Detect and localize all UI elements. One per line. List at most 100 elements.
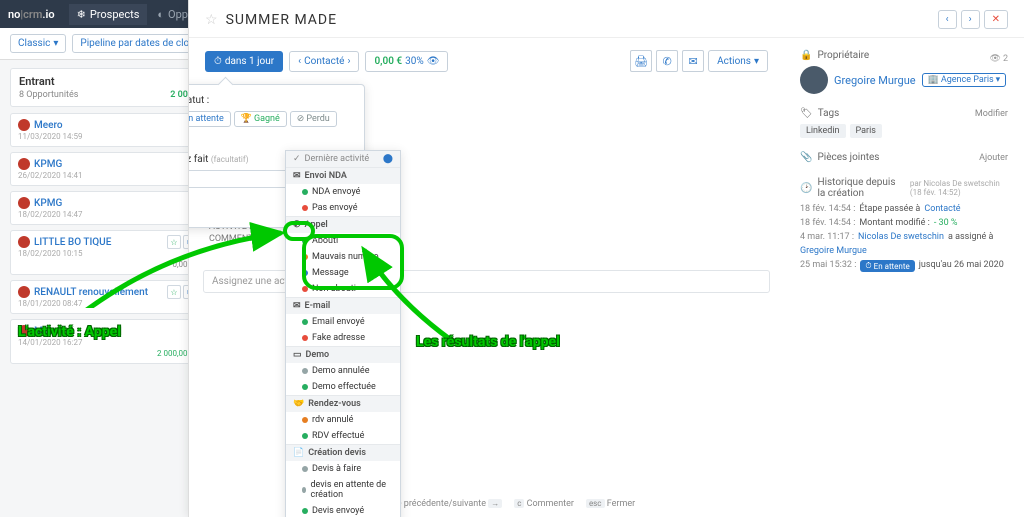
status-gagne[interactable]: 🏆 Gagné xyxy=(234,111,287,127)
amount-label: 0,00 € xyxy=(374,56,402,67)
dd-section-nda: ✉ Envoi NDA xyxy=(286,167,400,184)
dd-label: Demo annulée xyxy=(312,366,369,376)
dd-label: devis en attente de création xyxy=(310,480,393,500)
dd-section-demo: ▭ Demo xyxy=(286,346,400,363)
dd-devis-a-faire[interactable]: Devis à faire xyxy=(286,461,400,477)
lead-card[interactable]: RENAULT renouvellement18/01/2020 08:47☆✆ xyxy=(10,280,202,314)
ajouter-link[interactable]: Ajouter xyxy=(979,153,1008,163)
prev-button[interactable]: ‹ xyxy=(938,10,957,29)
classic-dropdown[interactable]: Classic ▾ xyxy=(10,34,66,53)
hist-text: jusqu'au 26 mai 2020 xyxy=(919,260,1004,272)
dd-mauvais-numero[interactable]: Mauvais numéro xyxy=(286,249,400,265)
nav-prospects[interactable]: ❄ Prospects xyxy=(69,4,148,25)
actions-label: Actions xyxy=(717,56,751,67)
print-icon[interactable]: 🖨 xyxy=(630,50,652,72)
sb-label: Perdu xyxy=(306,114,329,124)
star-icon[interactable]: ☆ xyxy=(205,12,218,28)
nav-prospects-label: Prospects xyxy=(90,8,140,21)
lead-sidebar: 👁 2 🔒 Propriétaire Gregoire Murgue 🏢 Age… xyxy=(784,38,1024,517)
views-num: 2 xyxy=(1003,54,1008,64)
star-icon[interactable]: ☆ xyxy=(167,235,181,249)
dd-rdv-annule[interactable]: rdv annulé xyxy=(286,412,400,428)
star-icon[interactable]: ☆ xyxy=(167,285,181,299)
email-icon[interactable]: ✉ xyxy=(682,50,704,72)
hist-time: 4 mar. 11:17 : xyxy=(800,232,854,242)
dd-nda-envoye[interactable]: NDA envoyé xyxy=(286,184,400,200)
dot-icon xyxy=(302,238,308,244)
section-tags: Tags xyxy=(818,108,840,119)
dd-email-envoye[interactable]: Email envoyé xyxy=(286,314,400,330)
lead-card[interactable]: KPMG26/02/2020 14:41 xyxy=(10,152,202,186)
modifier-link[interactable]: Modifier xyxy=(975,109,1008,119)
dd-label: Envoi NDA xyxy=(305,171,347,181)
hist-author: par Nicolas De swetschin xyxy=(910,179,1000,188)
dot-icon xyxy=(302,205,308,211)
status-en-attente[interactable]: ⏱ En attente xyxy=(189,111,231,127)
dd-demo-annulee[interactable]: Demo annulée xyxy=(286,363,400,379)
card-date: 18/01/2020 08:47 xyxy=(18,299,194,308)
logo: no|crm.io xyxy=(8,8,55,21)
card-date: 26/02/2020 14:41 xyxy=(18,171,194,180)
dd-label: RDV effectué xyxy=(312,431,364,441)
dd-label: Email envoyé xyxy=(312,317,365,327)
hist-link[interactable]: Nicolas De swetschin xyxy=(858,232,944,242)
card-avatar xyxy=(18,286,30,298)
amount-box[interactable]: 0,00 € 30% 👁 xyxy=(365,51,448,72)
dd-fake-adresse[interactable]: Fake adresse xyxy=(286,330,400,346)
card-amount: 0,00 € xyxy=(18,260,194,269)
phone-icon[interactable]: ✆ xyxy=(656,50,678,72)
lead-card[interactable]: LITTLE BO TIQUE18/02/2020 10:15☆✆0,00 € xyxy=(10,230,202,275)
footer-commenter: Commenter xyxy=(527,499,574,509)
dd-label: Abouti xyxy=(312,236,338,246)
kbd-icon: c xyxy=(514,499,524,508)
dd-pas-envoye[interactable]: Pas envoyé xyxy=(286,200,400,216)
column-title: Entrant xyxy=(19,75,193,88)
status-perdu[interactable]: ⊘ Perdu xyxy=(290,111,337,127)
dd-rdv-effectue[interactable]: RDV effectué xyxy=(286,428,400,444)
card-name: KPMG xyxy=(34,198,194,209)
dd-label: NDA envoyé xyxy=(312,187,360,197)
step-label: Contacté xyxy=(304,56,344,67)
dd-abouti[interactable]: Abouti xyxy=(286,233,400,249)
dd-demo-effectuee[interactable]: Demo effectuée xyxy=(286,379,400,395)
assign-text: Assignez une act xyxy=(212,276,288,287)
lead-title: SUMMER MADE xyxy=(226,12,938,28)
hist-link[interactable]: Gregoire Murgue xyxy=(800,246,867,256)
card-avatar xyxy=(18,325,30,337)
dd-devis-envoye[interactable]: Devis envoyé xyxy=(286,503,400,517)
dd-message[interactable]: Message xyxy=(286,265,400,281)
owner-team-tag[interactable]: 🏢 Agence Paris ▾ xyxy=(922,73,1007,87)
lead-card[interactable]: Meero11/03/2020 14:59 xyxy=(10,113,202,147)
card-name: Meero xyxy=(34,120,194,131)
dd-label: Message xyxy=(312,268,349,278)
actions-dropdown[interactable]: Actions ▾ xyxy=(708,50,768,72)
hist-time: 18 fév. 14:54 : xyxy=(800,204,855,214)
lead-panel: ☆ SUMMER MADE ‹ › ✕ ⏱ dans 1 jour ‹ Cont… xyxy=(188,0,1024,517)
reminder-button[interactable]: ⏱ dans 1 jour xyxy=(205,51,283,72)
hist-link[interactable]: Contacté xyxy=(924,204,960,214)
next-button[interactable]: › xyxy=(961,10,980,29)
dd-label: Mauvais numéro xyxy=(312,252,379,262)
dd-non-abouti[interactable]: Non abouti xyxy=(286,281,400,297)
dot-icon xyxy=(302,270,308,276)
dd-devis-attente[interactable]: devis en attente de création xyxy=(286,477,400,503)
dot-icon xyxy=(302,487,306,493)
owner-name[interactable]: Gregoire Murgue xyxy=(834,74,916,87)
lead-card[interactable]: KPMG18/02/2020 14:47 xyxy=(10,191,202,225)
dd-label: Devis à faire xyxy=(312,464,361,474)
dd-derniere[interactable]: ✓ Dernière activité ⬤ xyxy=(286,151,400,167)
lead-header: ☆ SUMMER MADE ‹ › ✕ xyxy=(189,0,1024,38)
card-avatar xyxy=(18,236,30,248)
dot-icon xyxy=(302,286,308,292)
views-count: 👁 2 xyxy=(990,54,1009,64)
close-button[interactable]: ✕ xyxy=(984,10,1008,29)
dot-icon xyxy=(302,189,308,195)
hist-time: 25 mai 15:32 : xyxy=(800,260,856,272)
tag[interactable]: Linkedin xyxy=(800,124,846,138)
step-dropdown[interactable]: ‹ Contacté › xyxy=(289,51,359,72)
dot-icon xyxy=(302,368,308,374)
dd-label: Devis envoyé xyxy=(312,506,364,516)
activity-dropdown: ✓ Dernière activité ⬤ ✉ Envoi NDA NDA en… xyxy=(285,150,401,517)
lead-card[interactable]: Meero14/01/2020 16:272 000,00 € xyxy=(10,319,202,364)
tag[interactable]: Paris xyxy=(850,124,882,138)
